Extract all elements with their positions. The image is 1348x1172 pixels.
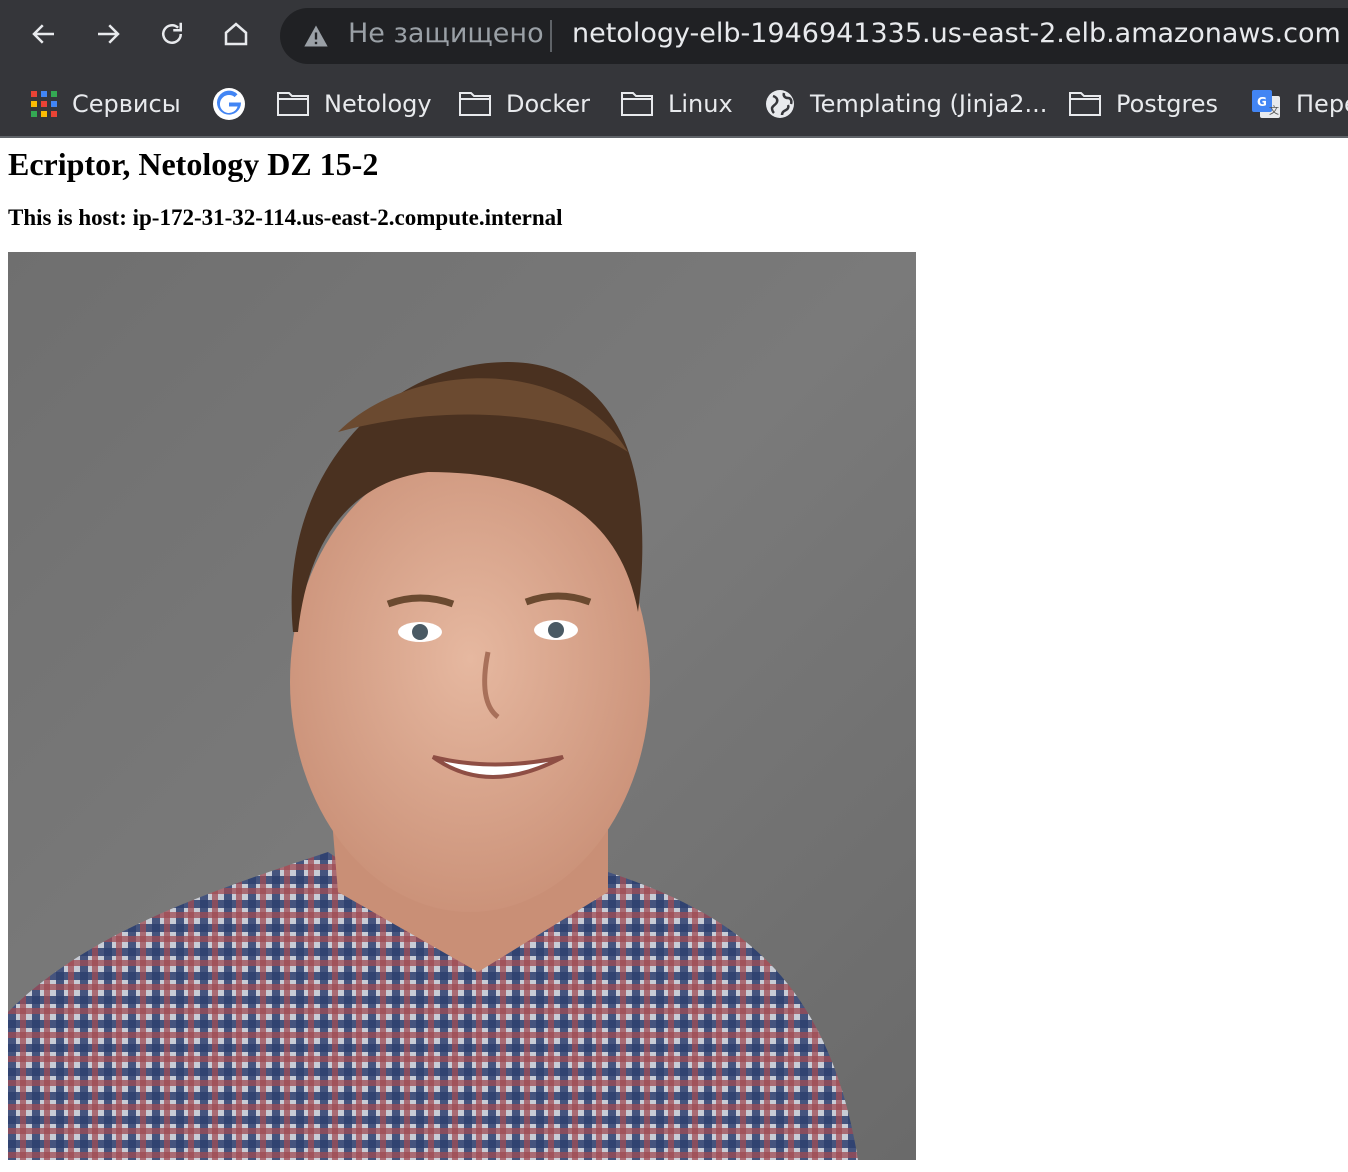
url-text[interactable]: netology-elb-1946941335.us-east-2.elb.am… xyxy=(572,18,1341,49)
reload-button[interactable] xyxy=(150,12,194,56)
bookmark-label: Netology xyxy=(324,90,432,118)
bookmark-label: Postgres xyxy=(1116,90,1219,118)
arrow-right-icon xyxy=(98,24,120,44)
home-button[interactable] xyxy=(214,12,258,56)
security-status-label[interactable]: Не защищено xyxy=(348,18,544,49)
home-icon xyxy=(224,22,248,46)
portrait-illustration xyxy=(8,362,858,1160)
browser-toolbar: Не защищено netology-elb-1946941335.us-e… xyxy=(0,0,1348,70)
browser-chrome: Не защищено netology-elb-1946941335.us-e… xyxy=(0,0,1348,138)
google-icon xyxy=(213,88,245,120)
page-title: Ecriptor, Netology DZ 15-2 xyxy=(8,146,379,182)
globe-icon xyxy=(766,90,794,118)
bookmarks-bar: Сервисы Netology Docker Linux Templating xyxy=(0,70,1348,136)
bookmark-translate[interactable]: G 文 Пере xyxy=(1250,86,1348,122)
bookmark-services[interactable]: Сервисы xyxy=(30,86,181,122)
profile-photo xyxy=(8,252,916,1160)
bookmark-label: Templating (Jinja2... xyxy=(810,90,1048,118)
forward-button[interactable] xyxy=(86,12,130,56)
omnibox-divider xyxy=(550,20,552,52)
bookmark-google[interactable] xyxy=(212,86,246,122)
warning-icon xyxy=(304,25,328,47)
bookmark-label: Сервисы xyxy=(72,90,181,118)
folder-icon xyxy=(277,92,309,116)
folder-icon xyxy=(1069,92,1101,116)
bookmark-templating[interactable]: Templating (Jinja2... xyxy=(764,86,1047,122)
bookmark-linux[interactable]: Linux xyxy=(620,86,733,122)
bookmark-label: Linux xyxy=(668,90,733,118)
bookmark-postgres[interactable]: Postgres xyxy=(1068,86,1218,122)
arrow-left-icon xyxy=(32,24,54,44)
host-heading: This is host: ip-172-31-32-114.us-east-2… xyxy=(8,205,563,230)
folder-icon xyxy=(459,92,491,116)
bookmark-label: Docker xyxy=(506,90,591,118)
svg-text:文: 文 xyxy=(1269,104,1279,117)
apps-grid-icon xyxy=(31,91,57,117)
page-content: Ecriptor, Netology DZ 15-2 This is host:… xyxy=(8,138,1348,1172)
reload-icon xyxy=(162,22,182,44)
google-translate-icon: G 文 xyxy=(1252,90,1280,118)
back-button[interactable] xyxy=(22,12,66,56)
bookmark-label: Пере xyxy=(1296,90,1348,118)
svg-text:G: G xyxy=(1257,95,1267,109)
folder-icon xyxy=(621,92,653,116)
bookmark-docker[interactable]: Docker xyxy=(458,86,590,122)
address-bar[interactable]: Не защищено netology-elb-1946941335.us-e… xyxy=(280,8,1348,64)
bookmark-netology[interactable]: Netology xyxy=(276,86,432,122)
